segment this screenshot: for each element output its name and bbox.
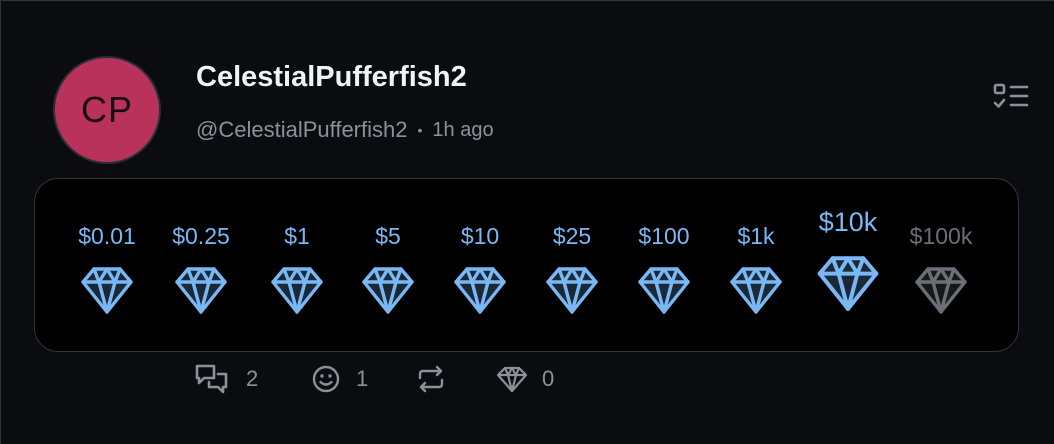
gem-icon <box>496 366 528 392</box>
display-name[interactable]: CelestialPufferfish2 <box>196 61 467 94</box>
tip-option[interactable]: $1 <box>252 179 342 353</box>
gem-icon <box>271 267 323 314</box>
tip-count: 0 <box>542 365 555 391</box>
tip-amount: $0.25 <box>172 223 230 249</box>
handle[interactable]: @CelestialPufferfish2 <box>196 117 407 143</box>
tip-option[interactable]: $1k <box>711 179 801 353</box>
checklist-menu-icon[interactable] <box>991 81 1031 113</box>
gem-icon <box>638 267 690 314</box>
tip-amount: $100 <box>638 223 690 249</box>
action-bar: 2 1 0 <box>1 356 1054 401</box>
tip-option[interactable]: $25 <box>527 179 617 353</box>
gem-icon <box>362 267 414 314</box>
gem-icon <box>81 267 133 314</box>
gem-icon <box>817 256 879 311</box>
gem-icon <box>546 267 598 314</box>
tip-option[interactable]: $10k <box>803 179 893 353</box>
tip-option: $100k <box>896 179 986 353</box>
gem-icon <box>454 267 506 314</box>
avatar-initials: CP <box>80 89 133 130</box>
tip-option[interactable]: $5 <box>343 179 433 353</box>
tip-button[interactable]: 0 <box>496 356 554 401</box>
tip-amount: $10k <box>818 207 878 237</box>
chat-bubbles-icon <box>195 364 228 393</box>
tip-amount: $5 <box>375 223 401 249</box>
tip-amount: $100k <box>909 223 973 249</box>
tip-option[interactable]: $100 <box>619 179 709 353</box>
tip-panel: $0.01 $0.25 $1 $5 $10 $25 $100 $1k $10k $100k <box>34 178 1019 352</box>
tip-amount: $1k <box>737 223 775 249</box>
reaction-button[interactable]: 1 <box>310 356 368 401</box>
gem-icon <box>175 267 227 314</box>
tip-amount: $25 <box>552 223 592 249</box>
tip-amount: $0.01 <box>78 223 136 249</box>
smiley-icon <box>312 365 340 392</box>
reply-count: 2 <box>246 365 259 391</box>
gem-icon <box>915 267 967 314</box>
tip-option[interactable]: $10 <box>435 179 525 353</box>
post-card: CP CelestialPufferfish2 @CelestialPuffer… <box>0 0 1054 444</box>
reply-button[interactable]: 2 <box>194 356 258 401</box>
tip-option[interactable]: $0.01 <box>62 179 152 353</box>
reaction-count: 1 <box>356 365 369 391</box>
repost-button[interactable] <box>415 356 461 401</box>
tip-amount: $10 <box>460 223 500 249</box>
tip-option[interactable]: $0.25 <box>156 179 246 353</box>
repost-icon <box>418 365 444 392</box>
timestamp: 1h ago <box>432 118 494 141</box>
post-meta: @CelestialPufferfish2 • 1h ago <box>196 117 494 143</box>
tip-amount: $1 <box>284 223 310 249</box>
gem-icon <box>730 267 782 314</box>
meta-separator: • <box>417 122 423 138</box>
avatar[interactable]: CP <box>53 56 161 164</box>
